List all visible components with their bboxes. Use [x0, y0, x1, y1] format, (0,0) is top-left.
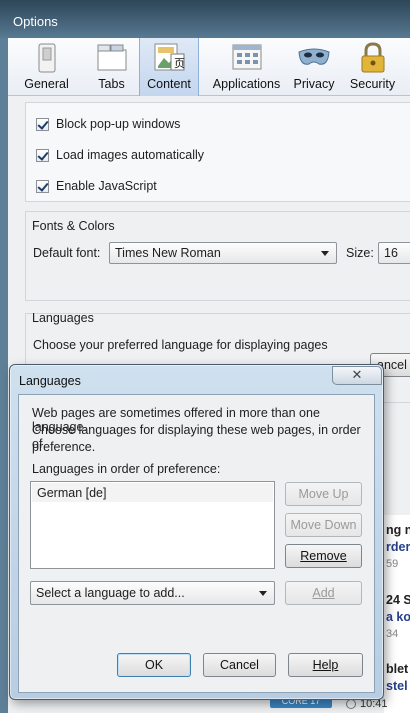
tab-label: Privacy — [293, 77, 335, 91]
switch-icon — [38, 43, 55, 73]
fonts-colors-caption: Fonts & Colors — [32, 219, 115, 233]
default-font-value: Times New Roman — [115, 246, 221, 260]
background-link: stel — [386, 679, 408, 693]
padlock-icon — [361, 42, 384, 73]
close-icon: ✕ — [351, 367, 363, 382]
background-text: 24 S — [386, 593, 410, 607]
help-button[interactable]: Help — [288, 653, 363, 677]
close-button[interactable]: ✕ — [332, 366, 382, 385]
tabs-icon — [97, 44, 126, 71]
font-size-value: 16 — [384, 246, 398, 260]
languages-caption: Languages — [32, 311, 94, 325]
background-browser-content: ng n rder 59 24 S a ko 34 blet stel — [384, 515, 410, 713]
languages-dialog: Languages ✕ Web pages are sometimes offe… — [9, 364, 384, 700]
move-down-button[interactable]: Move Down — [285, 513, 362, 537]
button-label: Remove — [300, 549, 347, 563]
tab-label: Applications — [212, 77, 281, 91]
add-language-select[interactable]: Select a language to add... — [30, 581, 275, 605]
move-up-button[interactable]: Move Up — [285, 482, 362, 506]
remove-button[interactable]: Remove — [285, 544, 362, 568]
dialog-body: Web pages are sometimes offered in more … — [18, 394, 375, 693]
button-label: Help — [312, 658, 339, 672]
tab-applications[interactable]: Applications — [204, 38, 289, 96]
checkbox-label: Block pop-up windows — [56, 117, 181, 131]
chevron-down-icon — [259, 591, 267, 596]
dialog-title: Languages — [19, 374, 81, 388]
svg-text:页: 页 — [174, 57, 185, 70]
background-text: blet — [386, 662, 409, 676]
checkbox-checked[interactable] — [36, 148, 49, 162]
button-label: Move Down — [290, 518, 357, 532]
fonts-colors-group: Fonts & Colors Default font: Times New R… — [25, 211, 410, 301]
checkbox-label: Load images automatically — [56, 148, 204, 162]
clock-icon — [346, 699, 356, 709]
chevron-down-icon — [321, 251, 329, 256]
background-link: rder — [386, 540, 410, 554]
button-label: OK — [144, 658, 164, 672]
tab-label: Security — [349, 77, 396, 91]
tab-content[interactable]: 页 Content — [139, 38, 199, 96]
tab-tabs[interactable]: Tabs — [85, 38, 138, 96]
default-font-label: Default font: — [33, 246, 101, 260]
select-placeholder: Select a language to add... — [36, 586, 185, 600]
options-toolbar: General Tabs 页 Content Applications Priv… — [8, 38, 410, 96]
tab-security[interactable]: Security — [341, 38, 404, 96]
tab-label: Tabs — [98, 77, 125, 91]
enable-javascript-checkbox[interactable]: Enable JavaScript — [36, 177, 157, 195]
tab-label: Content — [147, 77, 191, 91]
font-size-select[interactable]: 16 — [378, 242, 410, 264]
languages-description: Choose your preferred language for displ… — [33, 338, 328, 352]
button-label: Move Up — [298, 487, 349, 501]
content-icon: 页 — [154, 43, 185, 71]
content-checkbox-group: Block pop-up windows Load images automat… — [25, 102, 410, 202]
load-images-checkbox[interactable]: Load images automatically — [36, 146, 204, 164]
ok-button[interactable]: OK — [117, 653, 191, 677]
checkbox-label: Enable JavaScript — [56, 179, 157, 193]
background-meta: 59 — [386, 558, 399, 570]
privacy-mask-icon — [298, 48, 330, 65]
size-label: Size: — [346, 246, 374, 260]
background-meta: 34 — [386, 628, 399, 640]
default-font-select[interactable]: Times New Roman — [109, 242, 337, 264]
options-titlebar[interactable]: Options — [0, 0, 410, 38]
applications-icon — [232, 44, 261, 70]
checkbox-checked[interactable] — [36, 179, 49, 193]
tab-general[interactable]: General — [8, 38, 85, 96]
button-label: Cancel — [220, 658, 259, 672]
checkbox-checked[interactable] — [36, 117, 49, 131]
background-link: a ko — [386, 610, 410, 624]
tab-label: General — [24, 77, 69, 91]
background-text: ng n — [386, 523, 410, 537]
block-popups-checkbox[interactable]: Block pop-up windows — [36, 115, 180, 133]
add-button[interactable]: Add — [285, 581, 362, 605]
language-list-label: Languages in order of preference: — [32, 462, 221, 476]
button-label: Add — [312, 586, 335, 600]
cancel-button[interactable]: Cancel — [203, 653, 276, 677]
language-list[interactable]: German [de] — [30, 481, 275, 569]
list-item[interactable]: German [de] — [32, 483, 273, 502]
intro-text-line: preference. — [32, 440, 96, 454]
window-title: Options — [13, 14, 58, 29]
tab-privacy[interactable]: Privacy — [289, 38, 339, 96]
